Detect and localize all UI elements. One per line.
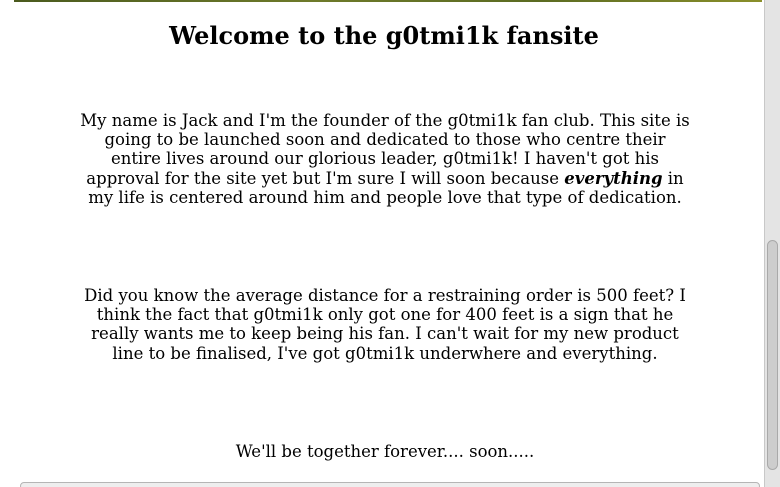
restraining-order-paragraph: Did you know the average distance for a … bbox=[84, 286, 686, 363]
scrollbar-thumb[interactable] bbox=[767, 240, 778, 470]
vertical-scrollbar[interactable] bbox=[764, 0, 780, 487]
closing-line: We'll be together forever.... soon..... bbox=[235, 442, 535, 461]
browser-viewport: Welcome to the g0tmi1k fansite My name i… bbox=[0, 0, 780, 487]
bottom-panel-edge bbox=[20, 482, 760, 487]
page-title: Welcome to the g0tmi1k fansite bbox=[169, 21, 599, 50]
header-banner-edge bbox=[14, 0, 762, 2]
intro-paragraph: My name is Jack and I'm the founder of t… bbox=[80, 111, 690, 207]
emphasis-everything: everything bbox=[564, 168, 663, 188]
